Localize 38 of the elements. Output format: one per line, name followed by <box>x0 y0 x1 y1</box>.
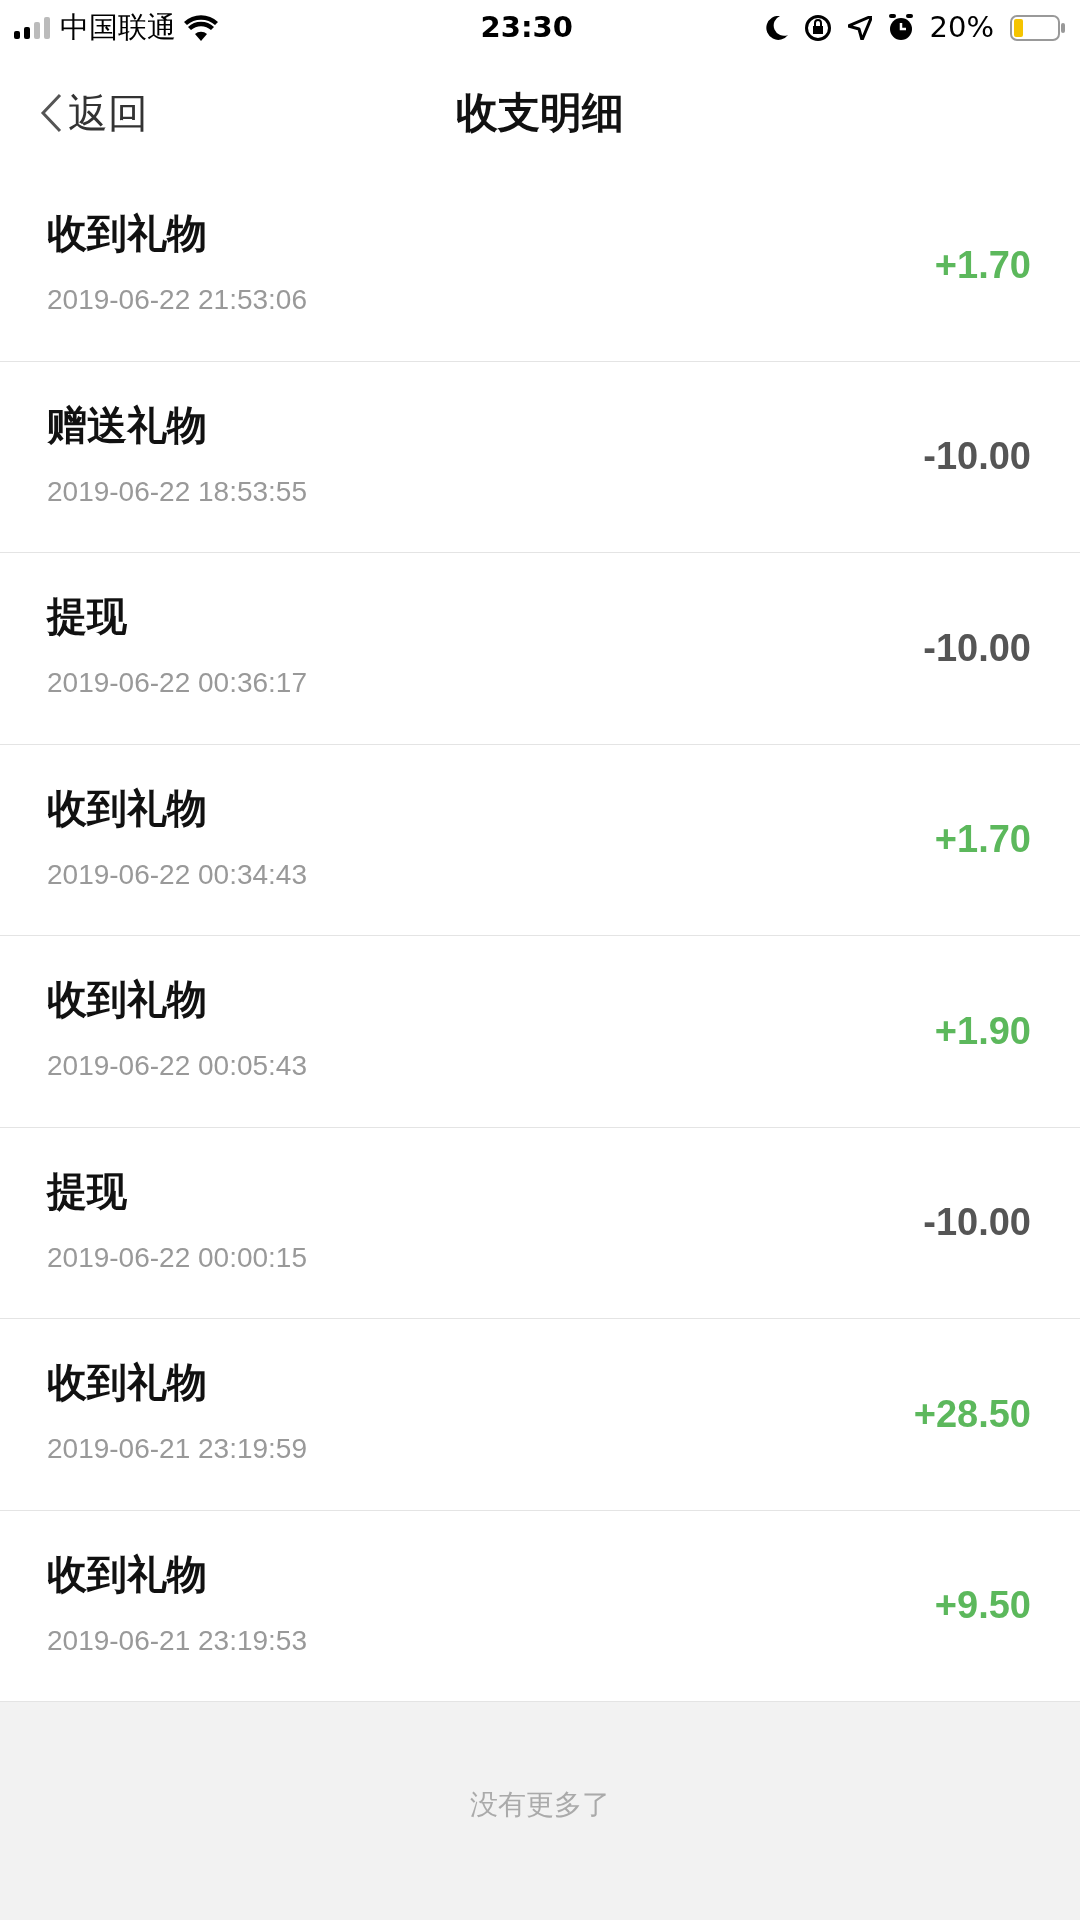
record-time: 2019-06-22 00:00:15 <box>47 1240 307 1275</box>
page-title: 收支明细 <box>456 87 624 139</box>
carrier-name: 中国联通 <box>60 8 176 46</box>
clock-time: 23:30 <box>480 8 573 46</box>
alarm-clock-icon <box>887 14 914 41</box>
record-title: 收到礼物 <box>47 975 208 1024</box>
record-time: 2019-06-22 18:53:55 <box>47 474 307 509</box>
record-amount: +9.50 <box>934 1583 1031 1629</box>
record-amount: -10.00 <box>923 434 1031 480</box>
location-arrow-icon <box>847 15 872 40</box>
record-amount: +1.70 <box>934 242 1031 288</box>
record-title: 收到礼物 <box>47 1358 208 1407</box>
record-time: 2019-06-22 00:34:43 <box>47 857 307 892</box>
back-button[interactable]: 返回 <box>40 82 148 143</box>
record-title: 赠送礼物 <box>47 400 208 449</box>
record-title: 收到礼物 <box>47 783 208 832</box>
back-chevron-icon <box>40 92 62 133</box>
signal-icon <box>14 16 52 39</box>
record-amount: -10.00 <box>923 1200 1031 1246</box>
record-title: 收到礼物 <box>47 209 208 258</box>
record-amount: +28.50 <box>913 1391 1031 1437</box>
record-amount: +1.90 <box>934 1008 1031 1054</box>
battery-icon <box>1010 14 1066 41</box>
wifi-icon <box>184 14 218 41</box>
record-time: 2019-06-21 23:19:53 <box>47 1623 307 1658</box>
record-title: 提现 <box>47 592 128 641</box>
battery-percent: 20% <box>929 8 994 46</box>
record-time: 2019-06-22 21:53:06 <box>47 283 307 318</box>
end-of-list-text: 没有更多了 <box>470 1788 610 1821</box>
record-time: 2019-06-22 00:36:17 <box>47 666 307 701</box>
record-amount: +1.70 <box>934 817 1031 863</box>
record-title: 提现 <box>47 1166 128 1215</box>
moon-icon <box>765 15 788 40</box>
rotation-lock-icon <box>803 13 832 42</box>
record-time: 2019-06-22 00:05:43 <box>47 1049 307 1084</box>
record-time: 2019-06-21 23:19:59 <box>47 1432 307 1467</box>
record-amount: -10.00 <box>923 625 1031 671</box>
record-title: 收到礼物 <box>47 1549 208 1598</box>
